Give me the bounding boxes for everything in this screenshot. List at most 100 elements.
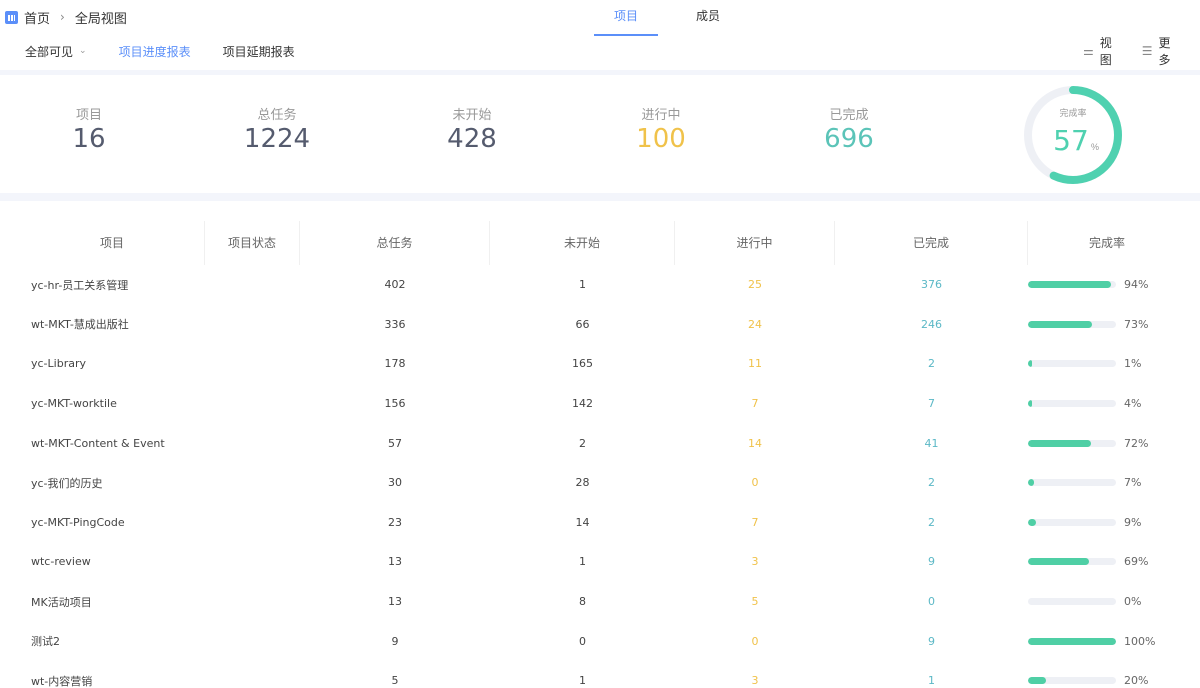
project-name[interactable]: wt-MKT-Content & Event xyxy=(20,437,205,450)
project-name[interactable]: yc-MKT-worktile xyxy=(20,397,205,410)
summary-panel: 项目 16 总任务 1224 未开始 428 进行中 100 已完成 696 完… xyxy=(0,75,1200,193)
tab-projects[interactable]: 项目 xyxy=(594,0,658,36)
top-header: 首页 › 全局视图 项目 成员 全部可见 ⌄ 项目进度报表 项目延期报表 ⚌ 视… xyxy=(0,0,1200,70)
stat-projects: 项目 16 xyxy=(29,104,149,154)
visibility-dropdown[interactable]: 全部可见 ⌄ xyxy=(25,43,87,60)
table-row[interactable]: MK活动项目 13 8 5 0 0% xyxy=(20,582,1186,622)
completion-rate: 1% xyxy=(1028,357,1186,370)
more-button[interactable]: ☰ 更多 xyxy=(1142,34,1171,68)
progress-bar-fill xyxy=(1028,637,1116,645)
completion-rate: 94% xyxy=(1028,278,1186,291)
progress-bar-fill xyxy=(1028,281,1111,289)
project-name[interactable]: wt-内容营销 xyxy=(20,673,205,688)
total-tasks: 9 xyxy=(391,634,399,648)
stat-in-progress: 进行中 100 xyxy=(601,104,721,154)
completion-gauge: 完成率 57 % xyxy=(1024,86,1122,184)
toolbar: ⚌ 视图 ☰ 更多 xyxy=(1083,36,1200,67)
stat-value: 696 xyxy=(824,124,874,154)
col-status[interactable]: 项目状态 xyxy=(205,221,300,265)
table-row[interactable]: yc-MKT-PingCode 23 14 7 2 9% xyxy=(20,503,1186,543)
col-project[interactable]: 项目 xyxy=(20,221,205,265)
not-started-count: 165 xyxy=(572,357,593,371)
table-row[interactable]: 测试2 9 0 0 9 100% xyxy=(20,621,1186,661)
table-row[interactable]: yc-Library 178 165 11 2 1% xyxy=(20,344,1186,384)
progress-report-link[interactable]: 项目进度报表 xyxy=(119,43,191,60)
view-label: 视图 xyxy=(1099,36,1112,67)
project-name[interactable]: MK活动项目 xyxy=(20,594,205,610)
more-label: 更多 xyxy=(1158,36,1171,67)
progress-bar xyxy=(1028,518,1116,526)
col-total[interactable]: 总任务 xyxy=(300,221,490,265)
not-started-count: 14 xyxy=(575,515,590,529)
table-row[interactable]: wt-MKT-慧成出版社 336 66 24 246 73% xyxy=(20,305,1186,345)
chevron-right-icon: › xyxy=(60,10,65,24)
stat-label: 总任务 xyxy=(257,108,297,123)
in-progress-count: 3 xyxy=(751,674,759,688)
total-tasks: 57 xyxy=(388,436,402,450)
gauge-value: 57 xyxy=(1053,124,1089,157)
rate-label: 72% xyxy=(1124,436,1149,450)
table-row[interactable]: yc-我们的历史 30 28 0 2 7% xyxy=(20,463,1186,503)
total-tasks: 13 xyxy=(388,595,402,609)
project-name[interactable]: yc-hr-员工关系管理 xyxy=(20,277,205,293)
progress-bar xyxy=(1028,320,1116,328)
col-in-progress[interactable]: 进行中 xyxy=(675,221,835,265)
not-started-count: 28 xyxy=(575,476,590,490)
progress-bar-fill xyxy=(1028,320,1093,328)
tab-members[interactable]: 成员 xyxy=(676,0,740,36)
in-progress-count: 24 xyxy=(748,317,762,331)
stat-completed: 已完成 696 xyxy=(789,104,909,154)
col-rate[interactable]: 完成率 xyxy=(1028,221,1186,265)
not-started-count: 0 xyxy=(579,634,586,648)
table-row[interactable]: wtc-review 13 1 3 9 69% xyxy=(20,542,1186,582)
gauge-unit: % xyxy=(1091,142,1099,152)
done-count: 246 xyxy=(921,317,942,331)
not-started-count: 1 xyxy=(579,278,586,292)
table-row[interactable]: wt-内容营销 5 1 3 1 20% xyxy=(20,661,1186,688)
total-tasks: 30 xyxy=(388,476,402,490)
delay-report-link[interactable]: 项目延期报表 xyxy=(223,43,295,60)
in-progress-count: 0 xyxy=(751,476,759,490)
col-not-started[interactable]: 未开始 xyxy=(490,221,675,265)
progress-table: 项目 项目状态 总任务 未开始 进行中 已完成 完成率 yc-hr-员工关系管理… xyxy=(0,201,1200,688)
progress-bar xyxy=(1028,637,1116,645)
completion-rate: 4% xyxy=(1028,397,1186,410)
rate-label: 94% xyxy=(1124,278,1149,292)
progress-bar-fill xyxy=(1028,677,1046,685)
rate-label: 100% xyxy=(1124,634,1156,648)
breadcrumb-home[interactable]: 首页 xyxy=(24,8,50,27)
done-count: 376 xyxy=(921,278,942,292)
table-row[interactable]: yc-hr-员工关系管理 402 1 25 376 94% xyxy=(20,265,1186,305)
total-tasks: 178 xyxy=(384,357,406,371)
progress-bar xyxy=(1028,281,1116,289)
in-progress-count: 0 xyxy=(751,634,759,648)
progress-bar-fill xyxy=(1028,479,1035,487)
project-name[interactable]: yc-我们的历史 xyxy=(20,475,205,491)
project-name[interactable]: wt-MKT-慧成出版社 xyxy=(20,316,205,332)
rate-label: 20% xyxy=(1124,674,1149,688)
stat-not-started: 未开始 428 xyxy=(412,104,532,154)
project-name[interactable]: yc-MKT-PingCode xyxy=(20,516,205,529)
breadcrumb: 首页 › 全局视图 xyxy=(5,7,127,27)
rate-label: 1% xyxy=(1124,357,1142,371)
list-icon: ☰ xyxy=(1141,44,1153,58)
project-name[interactable]: 测试2 xyxy=(20,633,205,649)
stat-value: 428 xyxy=(447,124,497,154)
table-row[interactable]: yc-MKT-worktile 156 142 7 7 4% xyxy=(20,384,1186,424)
report-subnav: 全部可见 ⌄ 项目进度报表 项目延期报表 xyxy=(25,40,327,62)
stat-label: 未开始 xyxy=(452,108,492,123)
done-count: 2 xyxy=(928,515,935,529)
done-count: 2 xyxy=(928,357,935,371)
delay-report-label: 项目延期报表 xyxy=(222,44,295,59)
table-row[interactable]: wt-MKT-Content & Event 57 2 14 41 72% xyxy=(20,423,1186,463)
progress-bar xyxy=(1028,479,1116,487)
completion-rate: 73% xyxy=(1028,318,1186,331)
progress-bar-fill xyxy=(1028,400,1032,408)
project-name[interactable]: yc-Library xyxy=(20,357,205,370)
progress-bar xyxy=(1028,677,1116,685)
view-tabs: 项目 成员 xyxy=(594,0,758,36)
stat-label: 已完成 xyxy=(829,108,869,123)
col-done[interactable]: 已完成 xyxy=(835,221,1028,265)
view-button[interactable]: ⚌ 视图 xyxy=(1083,34,1112,68)
project-name[interactable]: wtc-review xyxy=(20,555,205,568)
